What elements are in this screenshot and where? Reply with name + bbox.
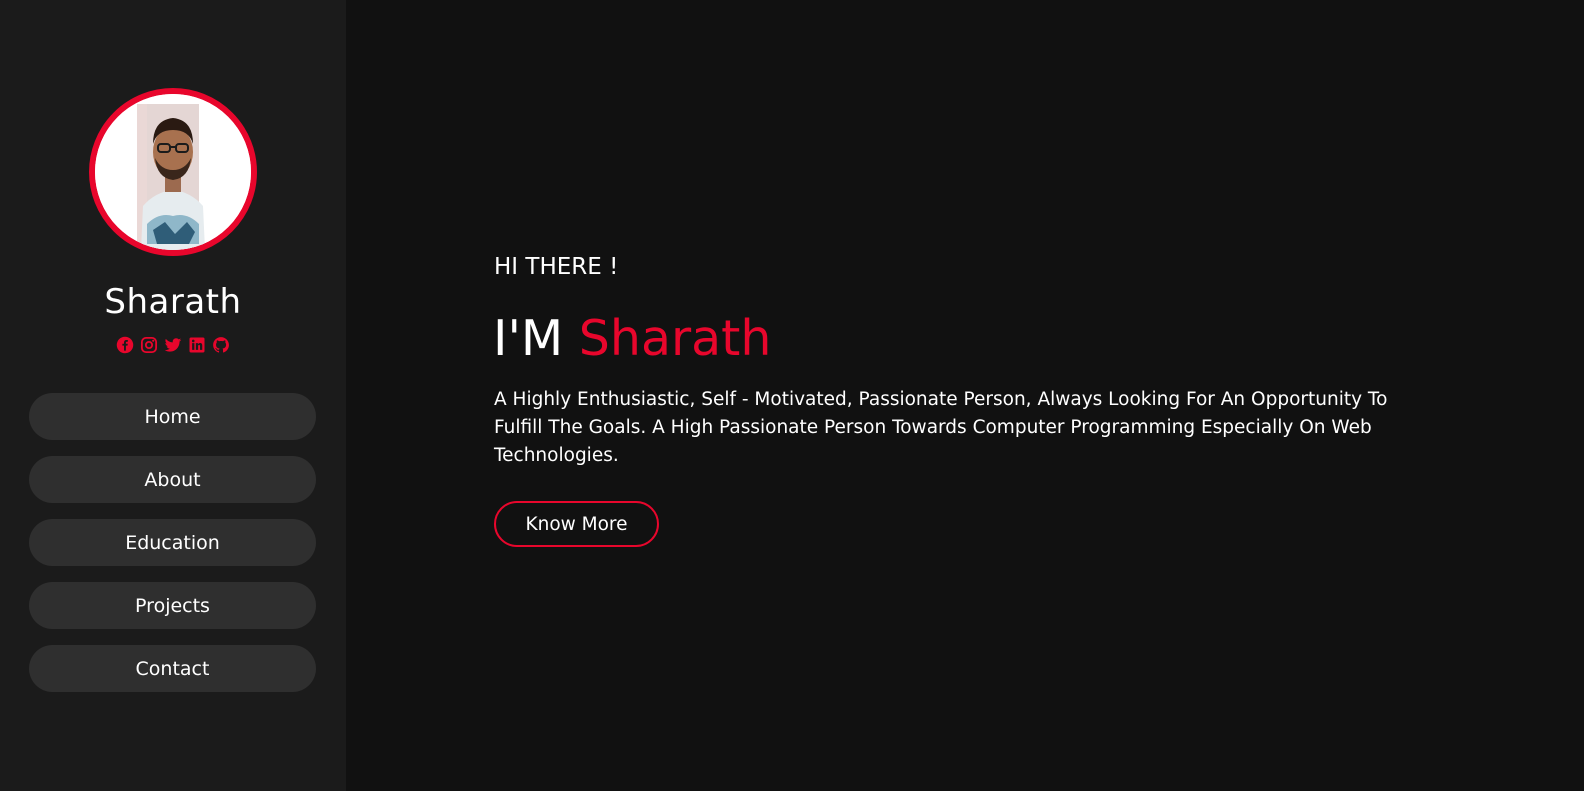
instagram-icon	[140, 336, 158, 354]
nav-item-contact[interactable]: Contact	[29, 645, 316, 692]
know-more-button[interactable]: Know More	[494, 501, 659, 547]
nav-item-about[interactable]: About	[29, 456, 316, 503]
linkedin-link[interactable]	[188, 336, 206, 354]
sidebar-nav: Home About Education Projects Contact	[29, 393, 316, 708]
hero-headline: I'M Sharath	[493, 310, 771, 367]
facebook-link[interactable]	[116, 336, 134, 354]
profile-avatar	[89, 88, 257, 256]
hero-description: A Highly Enthusiastic, Self - Motivated,…	[494, 389, 1388, 466]
profile-photo	[95, 94, 251, 250]
headline-prefix: I'M	[493, 310, 564, 367]
sidebar: Sharath Home About Education Projects Co…	[0, 0, 346, 791]
nav-item-projects[interactable]: Projects	[29, 582, 316, 629]
facebook-icon	[116, 336, 134, 354]
social-links	[0, 336, 346, 354]
github-icon	[213, 337, 229, 353]
profile-name: Sharath	[104, 282, 242, 322]
greeting-text: HI THERE !	[494, 254, 619, 280]
nav-item-education[interactable]: Education	[29, 519, 316, 566]
linkedin-icon	[189, 337, 205, 353]
instagram-link[interactable]	[140, 336, 158, 354]
nav-item-home[interactable]: Home	[29, 393, 316, 440]
headline-name: Sharath	[578, 310, 772, 367]
twitter-icon	[164, 338, 182, 352]
github-link[interactable]	[212, 336, 230, 354]
twitter-link[interactable]	[164, 336, 182, 354]
hero-section: HI THERE ! I'M Sharath A Highly Enthusia…	[346, 0, 1584, 791]
